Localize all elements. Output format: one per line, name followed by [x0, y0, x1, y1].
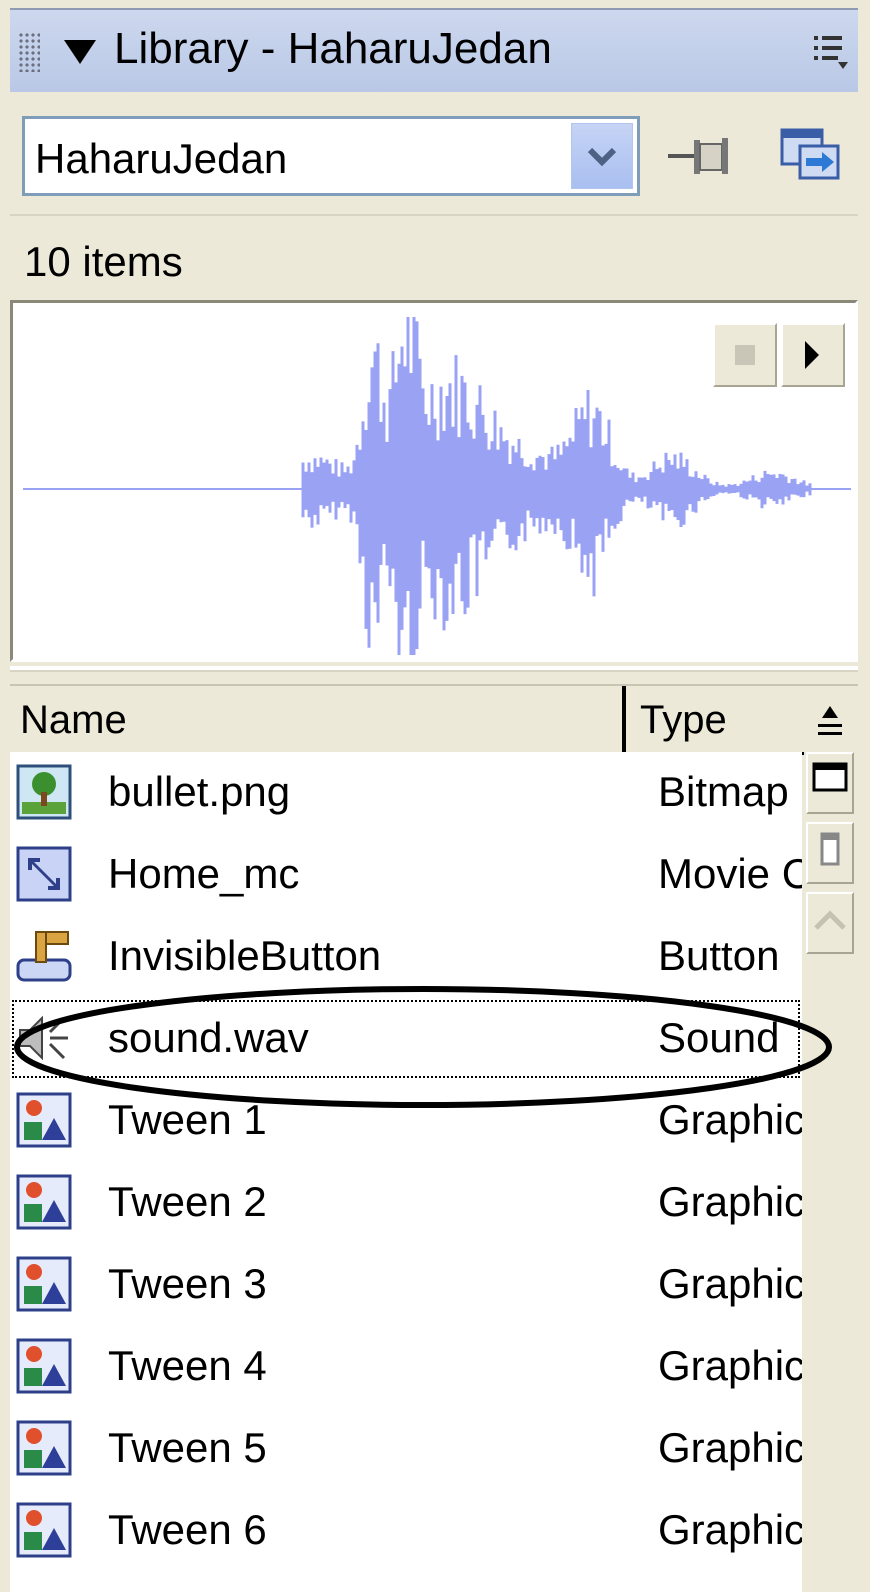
narrow-state-button[interactable] [806, 822, 854, 884]
item-count: 10 items [24, 238, 183, 285]
options-menu-icon[interactable] [812, 32, 850, 72]
panel-title: Library - HaharuJedan [114, 24, 552, 73]
item-name: sound.wav [108, 1014, 309, 1061]
gripper-icon[interactable] [18, 32, 40, 72]
stop-icon [735, 345, 755, 365]
column-header-type[interactable]: Type [640, 698, 727, 743]
item-type: Graphic [658, 1342, 802, 1389]
library-panel: Library - HaharuJedan HaharuJedan 10 ite… [10, 8, 858, 1592]
item-name: Tween 5 [108, 1424, 267, 1471]
item-name: Tween 6 [108, 1506, 267, 1553]
new-library-panel-icon[interactable] [780, 128, 840, 180]
library-selector-row: HaharuJedan [10, 92, 858, 210]
list-header: Name Type [10, 684, 858, 755]
list-item[interactable]: Tween 4 Graphic [10, 1326, 802, 1408]
item-name: bullet.png [108, 768, 291, 815]
item-type: Graphic [658, 1424, 802, 1471]
library-item-list: bullet.png Bitmap Home_mc Movie C Invisi… [10, 752, 802, 1592]
dropdown-button[interactable] [571, 123, 633, 189]
button-icon [16, 931, 72, 982]
stop-button[interactable] [713, 323, 777, 387]
graphic-icon [16, 1420, 72, 1476]
item-name: Tween 4 [108, 1342, 267, 1389]
graphic-icon [16, 1338, 72, 1394]
item-type: Graphic [658, 1178, 802, 1225]
graphic-icon [16, 1256, 72, 1312]
preview-pane [10, 300, 858, 662]
sound-icon [19, 1015, 68, 1061]
graphic-icon [16, 1092, 72, 1148]
item-name: InvisibleButton [108, 932, 382, 979]
narrow-state-icon [820, 832, 840, 866]
list-item[interactable]: Tween 2 Graphic [10, 1162, 802, 1244]
graphic-icon [16, 1174, 72, 1230]
panel-side-buttons [804, 752, 858, 1592]
library-dropdown[interactable]: HaharuJedan [22, 116, 640, 196]
item-count-row: 10 items [10, 214, 858, 300]
item-name: Tween 1 [108, 1096, 267, 1143]
list-item[interactable]: bullet.png Bitmap [10, 752, 802, 834]
list-item[interactable]: Tween 5 Graphic [10, 1408, 802, 1490]
library-dropdown-value: HaharuJedan [35, 135, 288, 182]
list-item[interactable]: Tween 1 Graphic [10, 1080, 802, 1162]
column-divider[interactable] [622, 686, 626, 752]
list-item-selected[interactable]: sound.wav Sound [10, 998, 802, 1080]
item-name: Tween 3 [108, 1260, 267, 1307]
item-name: Home_mc [108, 850, 300, 897]
list-item[interactable]: Tween 3 Graphic [10, 1244, 802, 1326]
movieclip-icon [16, 846, 72, 902]
sort-order-icon[interactable] [806, 692, 854, 748]
list-item[interactable]: Home_mc Movie C [10, 834, 802, 916]
wide-state-icon [812, 762, 848, 792]
panel-title-bar[interactable]: Library - HaharuJedan [10, 8, 858, 92]
item-type: Graphic [658, 1260, 802, 1307]
item-type: Bitmap [658, 768, 789, 815]
play-icon [805, 341, 819, 369]
item-name: Tween 2 [108, 1178, 267, 1225]
item-type: Movie C [658, 850, 802, 897]
scroll-up-button[interactable] [806, 892, 854, 954]
wide-state-button[interactable] [806, 752, 854, 814]
column-header-name[interactable]: Name [20, 698, 127, 743]
pin-icon[interactable] [666, 132, 730, 180]
collapse-arrow-icon[interactable] [64, 40, 96, 64]
list-item[interactable]: InvisibleButton Button [10, 916, 802, 998]
chevron-up-icon [814, 910, 846, 930]
chevron-down-icon [587, 147, 617, 167]
bitmap-icon [16, 764, 72, 820]
graphic-icon [16, 1502, 72, 1558]
item-type: Button [658, 932, 780, 979]
list-item[interactable]: Tween 6 Graphic [10, 1490, 802, 1572]
splitter[interactable] [10, 666, 858, 672]
item-type: Sound [658, 1014, 780, 1061]
item-type: Graphic [658, 1096, 802, 1143]
play-button[interactable] [781, 323, 845, 387]
item-type: Graphic [658, 1506, 802, 1553]
